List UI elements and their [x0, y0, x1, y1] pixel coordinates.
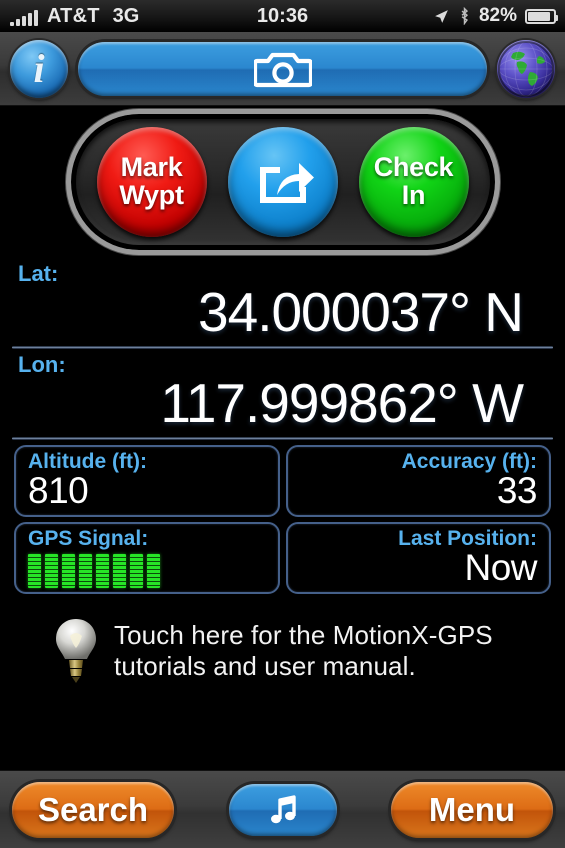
- altitude-value: 810: [28, 470, 89, 511]
- check-in-label-line1: Check: [373, 152, 454, 183]
- battery-percent: 82%: [478, 5, 517, 26]
- gps-signal-label: GPS Signal:: [28, 527, 149, 550]
- search-button[interactable]: Search: [12, 781, 174, 838]
- search-button-label: Search: [37, 790, 149, 828]
- camera-button[interactable]: [78, 41, 487, 96]
- mark-waypoint-label-line2: Wypt: [119, 180, 184, 210]
- gps-signal-bar: [79, 554, 92, 588]
- location-arrow-icon: [435, 9, 448, 23]
- status-bar: AT&T 3G 10:36 82%: [0, 0, 565, 32]
- gps-signal-bar: [96, 554, 109, 588]
- tutorial-hint-line1: Touch here for the MotionX-GPS: [114, 620, 493, 650]
- info-icon: i: [33, 45, 45, 91]
- top-toolbar: i: [0, 32, 565, 106]
- last-position-value: Now: [464, 547, 537, 588]
- gps-signal-bar: [45, 554, 58, 588]
- app-screen: AT&T 3G 10:36 82% i Mark Wypt Check In L…: [0, 0, 565, 848]
- tutorial-hint-line2: tutorials and user manual.: [114, 651, 416, 681]
- network-type: 3G: [112, 5, 140, 27]
- bottom-toolbar: Search Menu: [0, 770, 565, 848]
- tutorial-hint-text: Touch here for the MotionX-GPS tutorials…: [114, 620, 493, 682]
- carrier-name: AT&T: [47, 5, 100, 27]
- check-in-button[interactable]: Check In: [358, 127, 469, 237]
- gps-signal-panel[interactable]: GPS Signal:: [14, 522, 280, 594]
- status-bar-right: 82%: [433, 5, 565, 27]
- gps-signal-bar: [130, 554, 143, 588]
- globe-icon: [498, 40, 554, 97]
- battery-icon: [525, 8, 558, 24]
- latitude-value: 34.000037° N: [198, 281, 524, 343]
- gps-signal-bar: [113, 554, 126, 588]
- menu-button[interactable]: Menu: [391, 781, 553, 838]
- altitude-panel[interactable]: Altitude (ft): 810: [14, 445, 280, 517]
- music-button[interactable]: [228, 783, 337, 836]
- lightbulb-icon: [56, 619, 96, 683]
- accuracy-value: 33: [496, 470, 538, 511]
- divider: [12, 437, 553, 440]
- gps-signal-bar: [62, 554, 75, 588]
- metrics-row-1: Altitude (ft): 810 Accuracy (ft): 33: [4, 440, 561, 517]
- last-position-panel[interactable]: Last Position: Now: [285, 522, 551, 594]
- action-pod: Mark Wypt Check In: [71, 114, 495, 250]
- readout-panels: Lat: 34.000037° N Lon: 117.999862° W Alt…: [0, 258, 565, 594]
- share-arrow-icon: [259, 163, 314, 203]
- latitude-panel[interactable]: Lat: 34.000037° N: [4, 258, 561, 346]
- metrics-row-2: GPS Signal: Last Position: Now: [4, 517, 561, 594]
- camera-icon: [253, 52, 312, 87]
- globe-button[interactable]: [497, 39, 555, 98]
- check-in-label-line2: In: [401, 180, 426, 210]
- status-bar-left: AT&T 3G: [0, 6, 139, 26]
- action-pod-container: Mark Wypt Check In: [0, 106, 565, 258]
- mark-waypoint-label-line1: Mark: [120, 152, 183, 183]
- gps-signal-bars: [28, 552, 266, 588]
- gps-signal-bar: [147, 554, 160, 588]
- mark-waypoint-button[interactable]: Mark Wypt: [96, 127, 207, 237]
- cellular-signal-icon: [10, 10, 38, 26]
- accuracy-panel[interactable]: Accuracy (ft): 33: [285, 445, 551, 517]
- tutorial-hint[interactable]: Touch here for the MotionX-GPS tutorials…: [0, 594, 565, 686]
- menu-button-label: Menu: [428, 790, 516, 828]
- music-note-icon: [270, 794, 296, 823]
- bluetooth-icon: [461, 7, 469, 25]
- share-button[interactable]: [227, 127, 338, 237]
- longitude-value: 117.999862° W: [160, 372, 524, 434]
- longitude-panel[interactable]: Lon: 117.999862° W: [4, 349, 561, 437]
- gps-signal-bar: [28, 554, 41, 588]
- info-button[interactable]: i: [10, 39, 68, 98]
